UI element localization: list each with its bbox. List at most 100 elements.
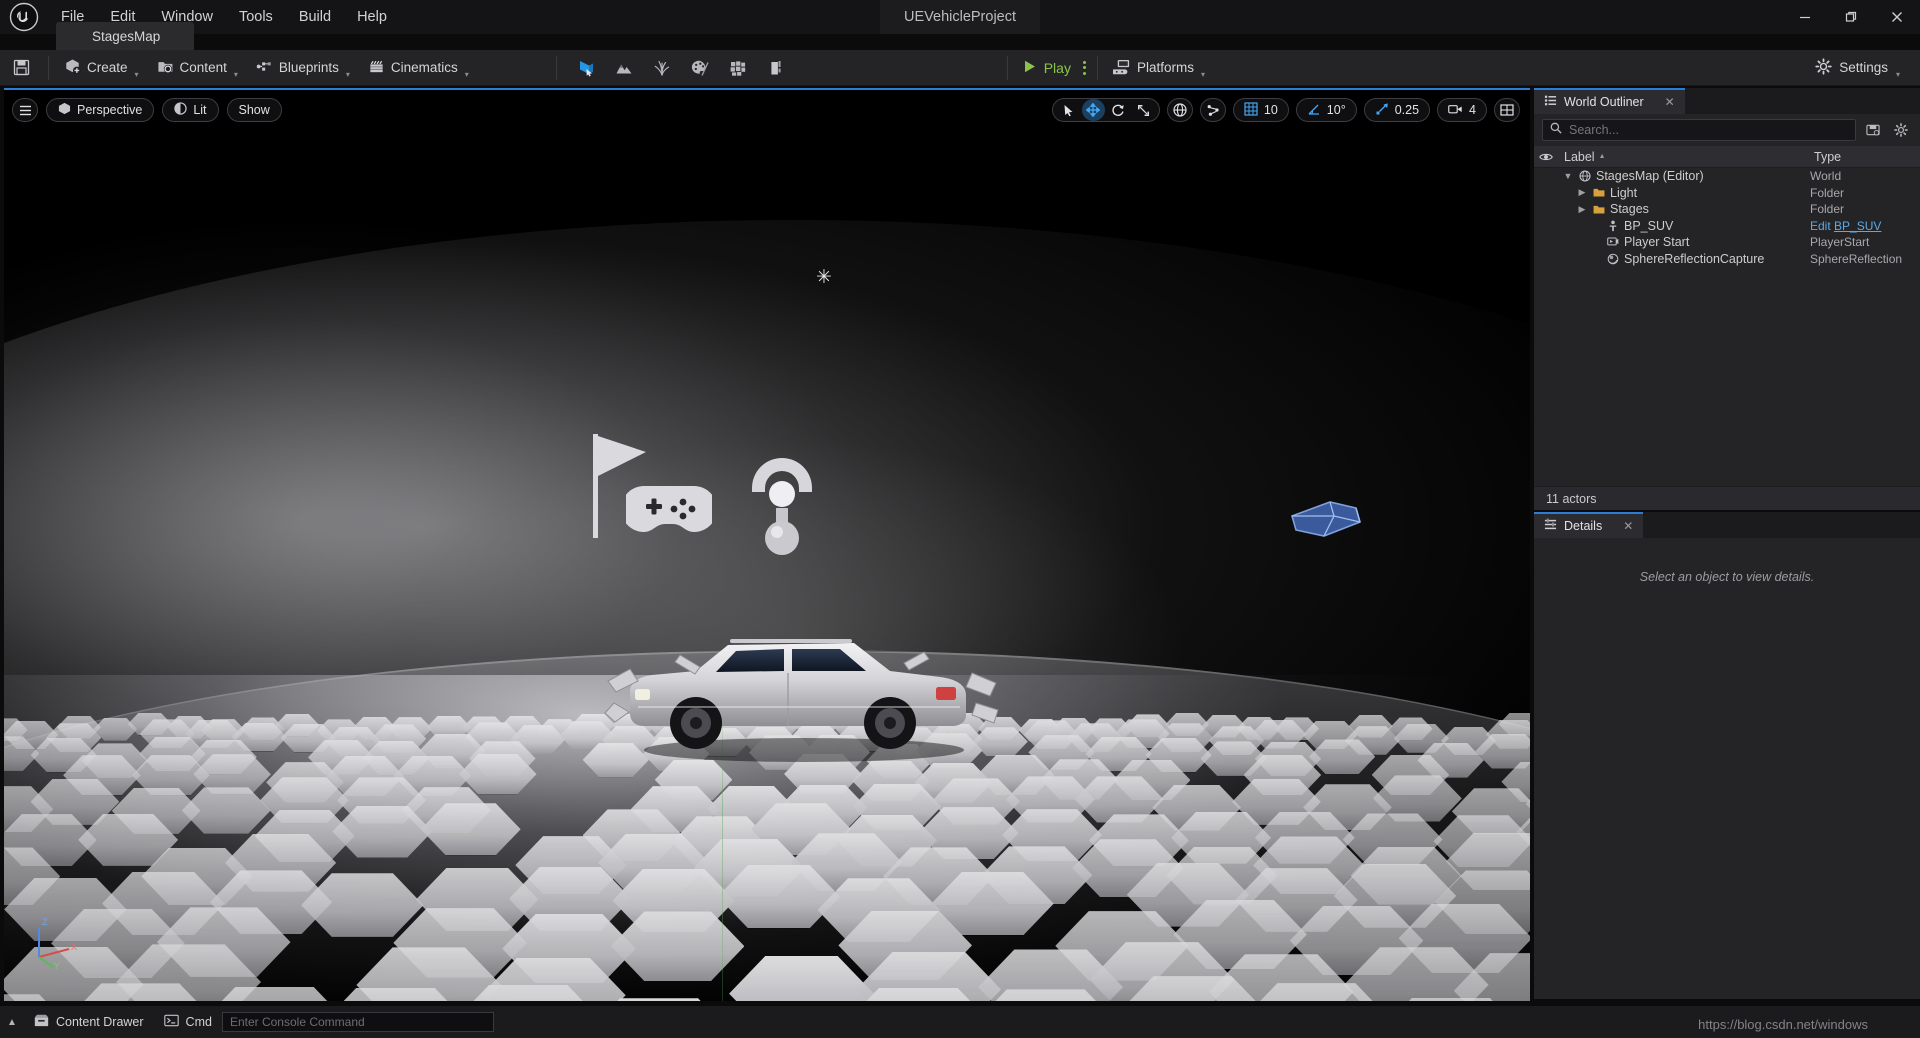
chevron-down-icon[interactable]: ▼ [1562,171,1574,181]
viewport-view-mode-label: Lit [193,103,206,117]
viewport-toolbar-right: 10 10° 0.25 [1052,98,1520,122]
outliner-row-name: Light [1610,186,1637,200]
main-toolbar: Create ▾ Content ▾ [0,50,1920,86]
scale-snap-control[interactable]: 0.25 [1364,98,1430,122]
sphere-reflection-icon [1607,253,1619,265]
brush-edit-mode-icon[interactable] [759,53,793,83]
mesh-paint-mode-icon[interactable] [683,53,717,83]
settings-button[interactable]: Settings ▾ [1807,50,1908,86]
chevron-right-icon[interactable]: ▶ [1576,204,1588,215]
folder-icon [1593,187,1605,198]
tab-details[interactable]: Details ✕ [1534,512,1643,538]
viewport-menu-button[interactable] [12,98,38,122]
scale-tool-icon[interactable] [1132,99,1155,121]
viewport-camera-mode-button[interactable]: Perspective [46,98,154,122]
outliner-settings-icon[interactable] [1890,119,1912,141]
play-options-button[interactable] [1079,50,1091,86]
gamepad-icon[interactable] [626,478,712,545]
outliner-row-stagesmap-editor[interactable]: ▼StagesMap (Editor)World [1534,168,1920,185]
toolbar-divider-2 [556,56,557,80]
camera-speed-control[interactable]: 4 [1437,98,1487,122]
select-tool-icon[interactable] [1057,99,1080,121]
viewport-show-menu-button[interactable]: Show [227,98,282,122]
angle-snap-value: 10° [1327,103,1346,117]
level-viewport[interactable]: ✳ [4,88,1530,1001]
outliner-rows[interactable]: ▼StagesMap (Editor)World ▶ Light Folder ▶ Sta… [1534,168,1920,486]
hex-platform [182,787,271,833]
eye-icon[interactable] [1534,152,1558,162]
tab-stagesmap[interactable]: StagesMap [56,22,194,50]
viewport-layout-icon[interactable] [1494,98,1520,122]
viewport-3d-scene[interactable]: ✳ [4,90,1530,1001]
play-button[interactable]: Play [1014,50,1079,86]
viewport-camera-mode-label: Perspective [77,103,142,117]
blueprints-button[interactable]: Blueprints ▾ [247,50,359,86]
outliner-column-header: Label ▲ Type [1534,146,1920,168]
transform-gizmo-group [1052,98,1160,122]
chevron-down-icon[interactable]: ▾ [346,70,350,79]
outliner-row-player-start[interactable]: Player StartPlayerStart [1534,234,1920,251]
world-coordinates-icon[interactable] [1167,98,1193,122]
viewport-view-mode-button[interactable]: Lit [162,98,218,122]
chevron-down-icon[interactable]: ▾ [1201,70,1205,79]
reflection-capture-icon[interactable] [746,452,818,569]
outliner-row-name: Stages [1610,202,1649,216]
toolbar-divider-3 [1007,56,1008,80]
column-header-label[interactable]: Label ▲ [1558,150,1810,164]
select-mode-icon[interactable] [569,53,603,83]
cinematics-button-label: Cinematics [391,60,458,75]
cinematics-button[interactable]: Cinematics ▾ [359,50,478,86]
outliner-row-label-cell: Player Start [1534,235,1810,249]
outliner-row-label-cell: BP_SUV [1534,219,1810,233]
chevron-down-icon[interactable]: ▾ [1896,70,1900,79]
landscape-mode-icon[interactable] [607,53,641,83]
outliner-row-label-cell: ▼StagesMap (Editor) [1534,169,1810,183]
grid-snap-control[interactable]: 10 [1233,98,1289,122]
outliner-row-type: Folder [1810,186,1920,200]
content-drawer-button[interactable]: Content Drawer [24,1006,154,1038]
chevron-down-icon[interactable]: ▾ [135,70,139,79]
cube-icon [58,102,71,118]
details-empty-message: Select an object to view details. [1640,570,1814,584]
foliage-mode-icon[interactable] [645,53,679,83]
tab-world-outliner[interactable]: World Outliner ✕ [1534,88,1685,114]
save-icon[interactable] [0,50,42,86]
viewport-show-menu-label: Show [239,103,270,117]
world-outliner-panel: Label ▲ Type ▼StagesMap (Editor)World ▶ Li… [1534,114,1920,510]
close-icon[interactable]: ✕ [1665,95,1675,109]
outliner-row-bp-suv[interactable]: BP_SUV Edit BP_SUV [1534,218,1920,235]
chevron-down-icon[interactable]: ▾ [234,70,238,79]
outliner-row-stages[interactable]: ▶StagesFolder [1534,201,1920,218]
rotate-tool-icon[interactable] [1107,99,1130,121]
directional-light-icon[interactable]: ✳ [816,268,832,287]
console-icon [164,1014,179,1030]
content-button[interactable]: Content ▾ [148,50,247,86]
outliner-save-icon[interactable] [1862,119,1884,141]
angle-snap-control[interactable]: 10° [1296,98,1357,122]
move-tool-icon[interactable] [1082,99,1105,121]
toolbar-divider-1 [48,56,49,80]
chevron-up-icon[interactable]: ▲ [0,1006,24,1038]
chevron-down-icon[interactable]: ▾ [465,70,469,79]
play-icon [1022,59,1037,77]
column-header-type[interactable]: Type [1810,150,1920,164]
outliner-row-light[interactable]: ▶ Light Folder [1534,185,1920,202]
close-icon[interactable]: ✕ [1623,519,1633,533]
content-drawer-label: Content Drawer [56,1015,144,1029]
outliner-search-box[interactable] [1542,119,1856,141]
outliner-row-spherereflectioncapture[interactable]: SphereReflectionCaptureSphereReflection [1534,251,1920,268]
camera-actor-icon[interactable] [1282,494,1374,549]
grid-snap-value: 10 [1264,103,1278,117]
fracture-mode-icon[interactable] [721,53,755,83]
gear-icon [1815,58,1832,78]
outliner-row-edit-link[interactable]: Edit BP_SUV [1810,219,1920,233]
cmd-button[interactable]: Cmd [154,1006,222,1038]
platforms-button[interactable]: Platforms ▾ [1104,50,1214,86]
bp-suv-vehicle[interactable] [604,615,1004,765]
create-button[interactable]: Create ▾ [55,50,148,86]
chevron-right-icon[interactable]: ▶ [1576,187,1588,198]
outliner-row-name: BP_SUV [1624,219,1673,233]
console-command-input[interactable] [222,1012,494,1032]
search-input[interactable] [1569,123,1848,137]
surface-snap-icon[interactable] [1200,98,1226,122]
